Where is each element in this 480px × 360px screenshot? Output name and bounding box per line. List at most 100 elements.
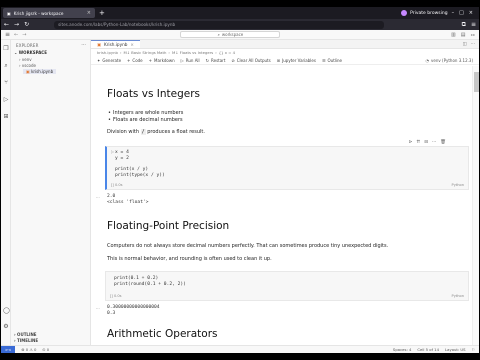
notebook-toolbar: ✦ Generate + Code + Markdown ▷ Run All ↻ Rest…: [91, 56, 479, 65]
breadcrumb-item[interactable]: M↓ Basic Strings Math: [123, 50, 166, 55]
code-line: y = 2: [115, 156, 129, 161]
tree-item-notebook[interactable]: ▣ krish.ipynb: [23, 69, 57, 74]
keyboard-layout-status[interactable]: Layout: US: [445, 347, 466, 352]
app-menu-icon[interactable]: ≡: [5, 31, 10, 38]
forward-icon[interactable]: →: [14, 21, 19, 28]
clear-icon: ⊘: [231, 57, 235, 63]
editor-more-icon[interactable]: ···: [471, 42, 475, 47]
browser-tab[interactable]: ▣ Krish jigsrk - workspace ×: [3, 8, 95, 18]
code-cell-2[interactable]: print(0.1 + 0.2) print(round(0.1 + 0.2, …: [105, 271, 469, 301]
code-line: print(0.1 + 0.2): [114, 276, 159, 281]
run-debug-icon[interactable]: ▷: [3, 97, 9, 103]
kernel-picker[interactable]: ◔ venv (Python 3.12.3): [426, 58, 473, 63]
editor-actions: ◫ ···: [462, 40, 479, 48]
back-icon[interactable]: ←: [4, 21, 9, 28]
minimize-icon[interactable]: –: [452, 10, 455, 16]
code-line: print(round(0.1 + 0.2, 2)): [114, 282, 186, 287]
breadcrumb: krish.ipynb › M↓ Basic Strings Math › M↓ F…: [97, 50, 236, 55]
jupyter-variables-button[interactable]: ⊞ Jupyter Variables: [277, 58, 316, 63]
add-code-button[interactable]: + Code: [127, 58, 143, 63]
ports-status[interactable]: ⊙ 0: [42, 347, 49, 352]
generate-button[interactable]: ✦ Generate: [97, 58, 121, 63]
close-editor-icon[interactable]: ×: [130, 42, 134, 47]
outline-icon: ☰: [321, 57, 326, 63]
run-by-line-icon[interactable]: ⊳: [409, 140, 413, 145]
nav-forward-icon[interactable]: →: [22, 32, 26, 38]
problems-status[interactable]: ⊗ 0 ⚠ 0: [21, 347, 36, 352]
breadcrumb-item[interactable]: {} x = 4: [219, 50, 235, 55]
run-cell-icon[interactable]: ▷: [111, 149, 114, 154]
cell-exec-status: [] 0.0s: [111, 183, 123, 187]
clear-label: Clear All Outputs: [236, 57, 271, 63]
menu-icon[interactable]: ≡: [471, 21, 476, 29]
reload-icon[interactable]: ↻: [24, 21, 29, 28]
private-browsing-indicator: Private browsing: [401, 10, 448, 16]
scrollbar-thumb[interactable]: [474, 72, 479, 92]
restart-button[interactable]: ↻ Restart: [206, 58, 226, 63]
breadcrumb-item[interactable]: krish.ipynb: [97, 50, 118, 55]
outline-section[interactable]: › OUTLINE: [14, 332, 37, 337]
editor-tab-notebook[interactable]: ▣ Krish.ipynb ×: [91, 40, 140, 48]
account-icon[interactable]: ◯: [3, 308, 10, 314]
editor-scrollbar[interactable]: [472, 66, 479, 345]
browser-tab-title: Krish jigsrk - workspace: [13, 10, 64, 16]
nav-back-icon[interactable]: ←: [14, 32, 18, 38]
timeline-section[interactable]: › TIMELINE: [14, 338, 38, 343]
precision-paragraph-1: Computers do not always store decimal nu…: [107, 243, 389, 249]
execute-above-icon[interactable]: ⇈: [416, 140, 420, 145]
add-markdown-button[interactable]: + Markdown: [149, 58, 175, 63]
tree-item-venv[interactable]: › venv: [19, 57, 32, 62]
output-line: 0.30000000000000004: [107, 305, 160, 310]
notifications-icon[interactable]: ⚐: [472, 347, 475, 352]
markdown-label: Markdown: [154, 57, 175, 63]
close-tab-icon[interactable]: ×: [87, 10, 91, 16]
bullet-floats: Floats are decimal numbers: [108, 117, 183, 123]
cell-language[interactable]: Python: [452, 294, 464, 298]
new-tab-button[interactable]: +: [99, 9, 105, 17]
url-bar[interactable]: sites.anode.com/labs/Python-Lab/notebook…: [54, 20, 385, 29]
delete-cell-icon[interactable]: 🗑: [440, 140, 446, 145]
run-all-icon: ▷: [180, 57, 184, 63]
private-mask-icon: [401, 10, 408, 16]
status-right: Spaces: 4 Cell 5 of 14 Layout: US ⚐: [393, 347, 475, 352]
window-close-icon[interactable]: ×: [469, 10, 473, 16]
source-control-icon[interactable]: ⑂: [3, 80, 9, 86]
more-actions-icon[interactable]: ···: [81, 42, 86, 48]
output-actions-icon[interactable]: ···: [96, 306, 100, 311]
precision-paragraph-2: This is normal behavior, and rounding is…: [107, 256, 272, 262]
cell-position-status[interactable]: Cell 5 of 14: [417, 347, 439, 352]
division-operator: /: [140, 129, 146, 135]
restart-label: Restart: [211, 57, 226, 63]
toggle-panel-icon[interactable]: ▤: [461, 32, 466, 38]
tree-item-vscode[interactable]: › vscode: [19, 63, 36, 68]
explorer-icon[interactable]: ❐: [3, 46, 9, 52]
restart-icon: ↻: [205, 57, 210, 63]
command-center-search[interactable]: ⌕ workspace: [180, 31, 281, 38]
cell-more-icon[interactable]: ···: [432, 140, 436, 145]
code-cell-1[interactable]: ⊳ ⇈ ⊟ ··· 🗑 ▷ x = 4 y = 2 print(x / y) p…: [105, 140, 469, 190]
run-all-button[interactable]: ▷ Run All: [181, 58, 200, 63]
cell-language[interactable]: Python: [452, 183, 464, 187]
code-line: print(x / y): [115, 167, 149, 172]
extensions-icon[interactable]: ⧉: [462, 21, 466, 29]
maximize-icon[interactable]: □: [459, 10, 464, 16]
workspace-folder[interactable]: ⌄ WORKSPACE: [14, 50, 47, 55]
manage-gear-icon[interactable]: ⚙: [3, 324, 9, 330]
split-cell-icon[interactable]: ⊟: [424, 140, 428, 145]
extensions-view-icon[interactable]: ⊞: [3, 114, 9, 120]
output-line: <class 'float'>: [107, 200, 149, 205]
notebook-content: Floats vs Integers Integers are whole nu…: [91, 66, 471, 345]
variables-label: Jupyter Variables: [282, 57, 316, 63]
clear-outputs-button[interactable]: ⊘ Clear All Outputs: [231, 58, 270, 63]
split-editor-icon[interactable]: ◫: [462, 42, 466, 47]
search-view-icon[interactable]: ⌕: [3, 63, 9, 69]
customize-layout-icon[interactable]: ⚏: [471, 32, 475, 38]
breadcrumb-item[interactable]: M↓ Floats vs Integers: [172, 50, 213, 55]
indentation-status[interactable]: Spaces: 4: [393, 347, 411, 352]
toggle-sidebar-icon[interactable]: ▥: [451, 32, 456, 38]
remote-indicator[interactable]: ><: [1, 345, 16, 353]
outline-button[interactable]: ☰ Outline: [322, 58, 342, 63]
output-actions-icon[interactable]: ···: [96, 195, 100, 200]
code-line: x = 4: [115, 150, 129, 155]
browser-navbar: ← → ↻ sites.anode.com/labs/Python-Lab/no…: [1, 19, 479, 30]
